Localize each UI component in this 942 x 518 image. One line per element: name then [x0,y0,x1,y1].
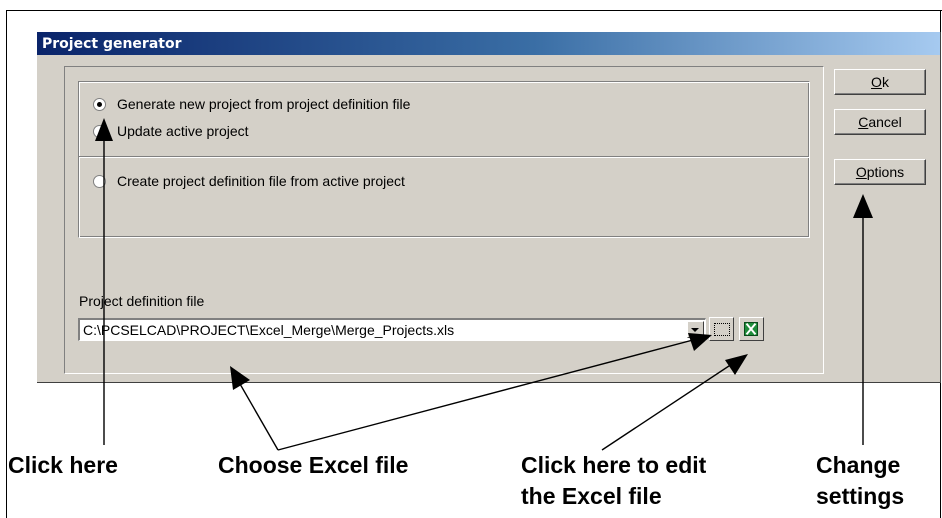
arrowhead-change-settings [853,194,873,218]
arrow-line-edit-excel [601,359,739,451]
caption-click-here: Click here [8,452,118,478]
arrowhead-click-here [95,118,113,141]
caption-edit-excel-line1: Click here to edit [521,452,707,478]
caption-change-line2: settings [816,483,905,509]
arrow-line-choose-left [235,376,279,451]
caption-edit-excel-line2: the Excel file [521,483,662,509]
arrowhead-edit-excel [725,354,748,375]
caption-choose-excel-file: Choose Excel file [218,452,409,478]
arrowhead-choose-left [230,366,250,390]
callout-arrows [95,118,873,451]
arrowhead-choose-right [688,333,712,351]
caption-change-line1: Change [816,452,901,478]
arrow-line-choose-right [277,335,709,451]
